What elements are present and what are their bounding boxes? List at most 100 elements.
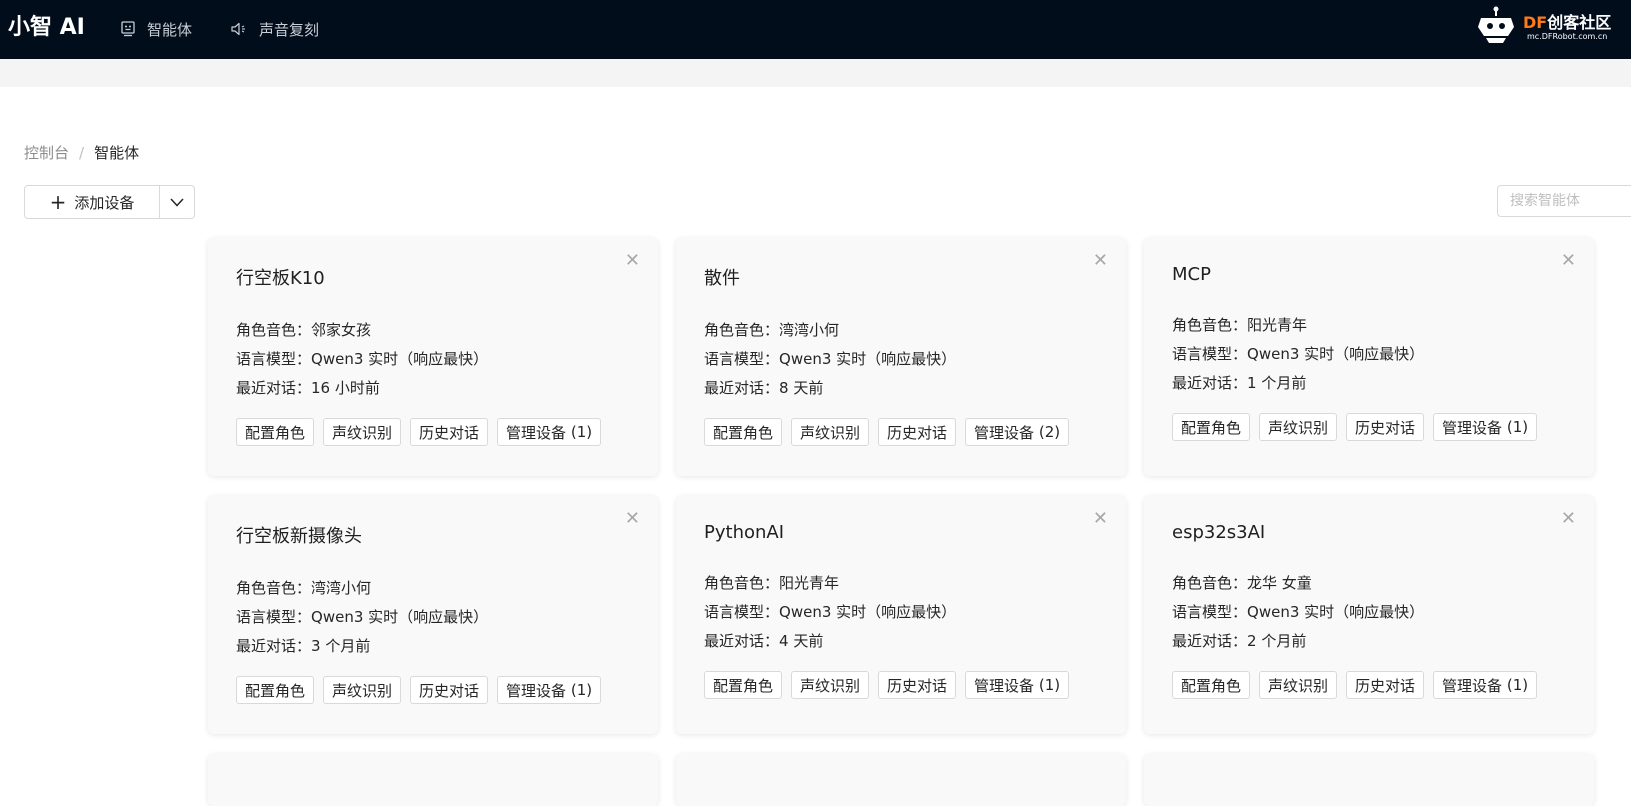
- nav-agents[interactable]: 智能体: [121, 14, 192, 44]
- role-voice-line: 角色音色：龙华 女童: [1172, 569, 1566, 598]
- nav-agents-label: 智能体: [147, 20, 193, 39]
- agent-card: ✕ 行空板新摄像头 角色音色：湾湾小何 语言模型：Qwen3 实时（响应最快） …: [208, 496, 658, 734]
- configure-role-button[interactable]: 配置角色: [704, 671, 783, 699]
- recent-chat-label: 最近对话：: [236, 637, 312, 655]
- language-model-value: Qwen3 实时（响应最快）: [1247, 603, 1425, 621]
- recent-chat-label: 最近对话：: [1172, 374, 1248, 392]
- role-voice-line: 角色音色：阳光青年: [1172, 311, 1566, 340]
- chat-history-button[interactable]: 历史对话: [1346, 671, 1425, 699]
- delete-agent-icon[interactable]: ✕: [1561, 252, 1576, 270]
- chat-history-button[interactable]: 历史对话: [878, 671, 957, 699]
- dfrobot-logo[interactable]: DF创客社区 mc.DFRobot.com.cn: [1475, 5, 1625, 47]
- delete-agent-icon[interactable]: ✕: [1561, 510, 1576, 528]
- recent-chat-line: 最近对话：4 天前: [704, 627, 1098, 656]
- language-model-label: 语言模型：: [1172, 603, 1248, 621]
- configure-role-button[interactable]: 配置角色: [236, 418, 315, 446]
- agent-card: ✕ PythonAI 角色音色：阳光青年 语言模型：Qwen3 实时（响应最快）…: [676, 496, 1126, 734]
- add-device-button[interactable]: + 添加设备: [24, 185, 160, 219]
- role-voice-value: 邻家女孩: [311, 321, 372, 339]
- manage-devices-button[interactable]: 管理设备 (1): [497, 676, 602, 704]
- voiceprint-button[interactable]: 声纹识别: [791, 671, 870, 699]
- voiceprint-button[interactable]: 声纹识别: [1259, 413, 1338, 441]
- manage-devices-label: 管理设备: [506, 423, 567, 442]
- device-count: (1): [570, 681, 593, 699]
- chat-history-button[interactable]: 历史对话: [410, 676, 489, 704]
- agent-title: MCP: [1172, 264, 1211, 285]
- voiceprint-button[interactable]: 声纹识别: [323, 418, 402, 446]
- agent-card: ✕ 行空板K10 角色音色：邻家女孩 语言模型：Qwen3 实时（响应最快） 最…: [208, 238, 658, 476]
- role-voice-label: 角色音色：: [704, 321, 780, 339]
- plus-icon: +: [49, 190, 67, 214]
- agent-title: 散件: [704, 268, 740, 289]
- agent-card-grid: ✕ 行空板K10 角色音色：邻家女孩 语言模型：Qwen3 实时（响应最快） 最…: [208, 238, 1598, 806]
- manage-devices-button[interactable]: 管理设备 (1): [497, 418, 602, 446]
- recent-chat-label: 最近对话：: [236, 379, 312, 397]
- card-actions: 配置角色 声纹识别 历史对话 管理设备 (1): [1172, 413, 1566, 441]
- robot-icon: [121, 21, 135, 37]
- manage-devices-button[interactable]: 管理设备 (1): [1433, 413, 1538, 441]
- delete-agent-icon[interactable]: ✕: [625, 252, 640, 270]
- agent-card: ✕ 散件 角色音色：湾湾小何 语言模型：Qwen3 实时（响应最快） 最近对话：…: [676, 238, 1126, 476]
- recent-chat-value: 4 天前: [779, 632, 824, 650]
- language-model-label: 语言模型：: [236, 350, 312, 368]
- manage-devices-button[interactable]: 管理设备 (1): [965, 671, 1070, 699]
- add-device-dropdown[interactable]: [160, 185, 195, 219]
- language-model-value: Qwen3 实时（响应最快）: [779, 350, 957, 368]
- language-model-value: Qwen3 实时（响应最快）: [1247, 345, 1425, 363]
- add-device-label: 添加设备: [74, 193, 135, 212]
- language-model-line: 语言模型：Qwen3 实时（响应最快）: [236, 345, 630, 374]
- language-model-label: 语言模型：: [704, 603, 780, 621]
- agent-card: ✕ MCP 角色音色：阳光青年 语言模型：Qwen3 实时（响应最快） 最近对话…: [1144, 238, 1594, 476]
- chat-history-button[interactable]: 历史对话: [410, 418, 489, 446]
- configure-role-button[interactable]: 配置角色: [1172, 671, 1251, 699]
- delete-agent-icon[interactable]: ✕: [625, 510, 640, 528]
- role-voice-label: 角色音色：: [704, 574, 780, 592]
- configure-role-button[interactable]: 配置角色: [704, 418, 783, 446]
- recent-chat-label: 最近对话：: [1172, 632, 1248, 650]
- role-voice-label: 角色音色：: [236, 579, 312, 597]
- recent-chat-label: 最近对话：: [704, 379, 780, 397]
- breadcrumb-console[interactable]: 控制台: [24, 144, 69, 162]
- chat-history-button[interactable]: 历史对话: [1346, 413, 1425, 441]
- role-voice-line: 角色音色：湾湾小何: [236, 574, 630, 603]
- chevron-down-icon: [170, 197, 184, 207]
- role-voice-value: 湾湾小何: [311, 579, 372, 597]
- manage-devices-button[interactable]: 管理设备 (1): [1433, 671, 1538, 699]
- delete-agent-icon[interactable]: ✕: [1093, 510, 1108, 528]
- recent-chat-line: 最近对话：8 天前: [704, 374, 1098, 403]
- agent-title: PythonAI: [704, 522, 785, 543]
- app-brand[interactable]: 小智 AI: [8, 9, 85, 41]
- recent-chat-value: 1 个月前: [1247, 374, 1307, 392]
- chat-history-button[interactable]: 历史对话: [878, 418, 957, 446]
- speaker-icon: [231, 22, 245, 36]
- configure-role-button[interactable]: 配置角色: [236, 676, 315, 704]
- manage-devices-button[interactable]: 管理设备 (2): [965, 418, 1070, 446]
- agent-card-partial: [208, 754, 658, 806]
- logo-url: mc.DFRobot.com.cn: [1527, 32, 1608, 41]
- device-count: (1): [1506, 418, 1529, 436]
- recent-chat-value: 3 个月前: [311, 637, 371, 655]
- role-voice-value: 湾湾小何: [779, 321, 840, 339]
- delete-agent-icon[interactable]: ✕: [1093, 252, 1108, 270]
- agent-card: ✕ esp32s3AI 角色音色：龙华 女童 语言模型：Qwen3 实时（响应最…: [1144, 496, 1594, 734]
- manage-devices-label: 管理设备: [974, 676, 1035, 695]
- recent-chat-value: 2 个月前: [1247, 632, 1307, 650]
- voiceprint-button[interactable]: 声纹识别: [1259, 671, 1338, 699]
- language-model-value: Qwen3 实时（响应最快）: [779, 603, 957, 621]
- role-voice-value: 阳光青年: [779, 574, 840, 592]
- agent-title: 行空板新摄像头: [236, 526, 362, 547]
- agent-title: esp32s3AI: [1172, 522, 1266, 543]
- nav-voice-clone[interactable]: 声音复刻: [231, 14, 319, 44]
- recent-chat-value: 8 天前: [779, 379, 824, 397]
- language-model-label: 语言模型：: [704, 350, 780, 368]
- role-voice-line: 角色音色：湾湾小何: [704, 316, 1098, 345]
- voiceprint-button[interactable]: 声纹识别: [323, 676, 402, 704]
- configure-role-button[interactable]: 配置角色: [1172, 413, 1251, 441]
- language-model-line: 语言模型：Qwen3 实时（响应最快）: [1172, 340, 1566, 369]
- agent-title: 行空板K10: [236, 268, 325, 289]
- role-voice-label: 角色音色：: [236, 321, 312, 339]
- search-agents-input[interactable]: [1497, 185, 1631, 217]
- voiceprint-button[interactable]: 声纹识别: [791, 418, 870, 446]
- role-voice-label: 角色音色：: [1172, 316, 1248, 334]
- robot-logo-icon: [1478, 6, 1514, 43]
